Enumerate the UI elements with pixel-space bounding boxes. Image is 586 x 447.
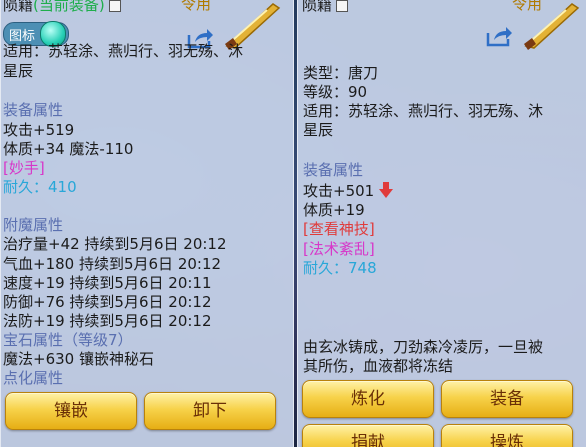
attr-line: 攻击+519	[3, 121, 75, 139]
enchant-line: 法防+19 持续到5月6日 20:12	[3, 312, 212, 330]
compare-equipment-panel: 陨籍 令用 类型：唐刀 等级：90 适用：苏轻涂、燕归行、羽无殇、沐 星辰 装备…	[297, 0, 586, 447]
donate-button[interactable]: 捐献	[302, 424, 434, 447]
unequip-button[interactable]: 卸下	[144, 392, 276, 430]
down-arrow-icon	[378, 182, 393, 198]
attr-header: 装备属性	[303, 161, 364, 179]
enchant-line: 治疗量+42 持续到5月6日 20:12	[3, 235, 227, 253]
temper-button[interactable]: 操炼	[441, 424, 573, 447]
share-icon[interactable]	[486, 25, 512, 47]
inlay-button[interactable]: 镶嵌	[5, 392, 137, 430]
spell-label[interactable]: [法术紊乱]	[303, 239, 375, 259]
checkbox-icon[interactable]	[108, 0, 121, 12]
equip-button[interactable]: 装备	[441, 380, 573, 418]
attack-value: 攻击+501	[303, 182, 375, 200]
title-row: 陨籍(当前装备)	[3, 0, 121, 15]
level-line: 等级：90	[303, 83, 368, 101]
skill-label[interactable]: [妙手]	[3, 158, 45, 178]
durability-text: 耐久：748	[303, 259, 377, 277]
current-equipped-label: (当前装备)	[33, 0, 105, 14]
view-divine-skill-link[interactable]: [查看神技]	[303, 219, 375, 239]
checkbox-icon[interactable]	[336, 0, 349, 12]
attr-header: 装备属性	[3, 101, 64, 119]
refine-button[interactable]: 炼化	[302, 380, 434, 418]
current-equipment-panel: 陨籍(当前装备) 令用 图标 适用：苏轻涂、燕归行、羽无殇、沐 星辰 装备属性 …	[0, 0, 294, 447]
enchant-line: 气血+180 持续到5月6日 20:12	[3, 255, 222, 273]
refine-header: 点化属性	[3, 369, 64, 387]
gem-line: 魔法+630 镶嵌神秘石	[3, 350, 154, 368]
type-line: 类型：唐刀	[303, 64, 379, 82]
enchant-line: 速度+19 持续到5月6日 20:11	[3, 274, 212, 292]
attack-line: 攻击+501	[303, 181, 393, 201]
weapon-icon	[524, 3, 580, 50]
enchant-line: 防御+76 持续到5月6日 20:12	[3, 293, 212, 311]
item-name: 陨籍	[302, 0, 333, 14]
enchant-header: 附魔属性	[3, 216, 64, 234]
applicable-text-cont: 星辰	[303, 121, 334, 139]
applicable-text: 适用：苏轻涂、燕归行、羽无殇、沐	[303, 102, 544, 120]
usage-tag: 令用	[181, 0, 212, 13]
applicable-text-cont: 星辰	[3, 62, 34, 80]
title-row: 陨籍	[302, 0, 349, 15]
constitution-line: 体质+19	[303, 201, 365, 219]
description-line: 其所伤，血液都将冻结	[303, 357, 454, 375]
applicable-text: 适用：苏轻涂、燕归行、羽无殇、沐	[3, 42, 244, 60]
durability-text: 耐久：410	[3, 178, 77, 196]
attr-line: 体质+34 魔法-110	[3, 140, 134, 158]
item-name: 陨籍	[3, 0, 34, 14]
description-line: 由玄冰铸成，刀劲森冷凌厉，一旦被	[303, 338, 544, 356]
gem-header: 宝石属性（等级7）	[3, 331, 133, 349]
